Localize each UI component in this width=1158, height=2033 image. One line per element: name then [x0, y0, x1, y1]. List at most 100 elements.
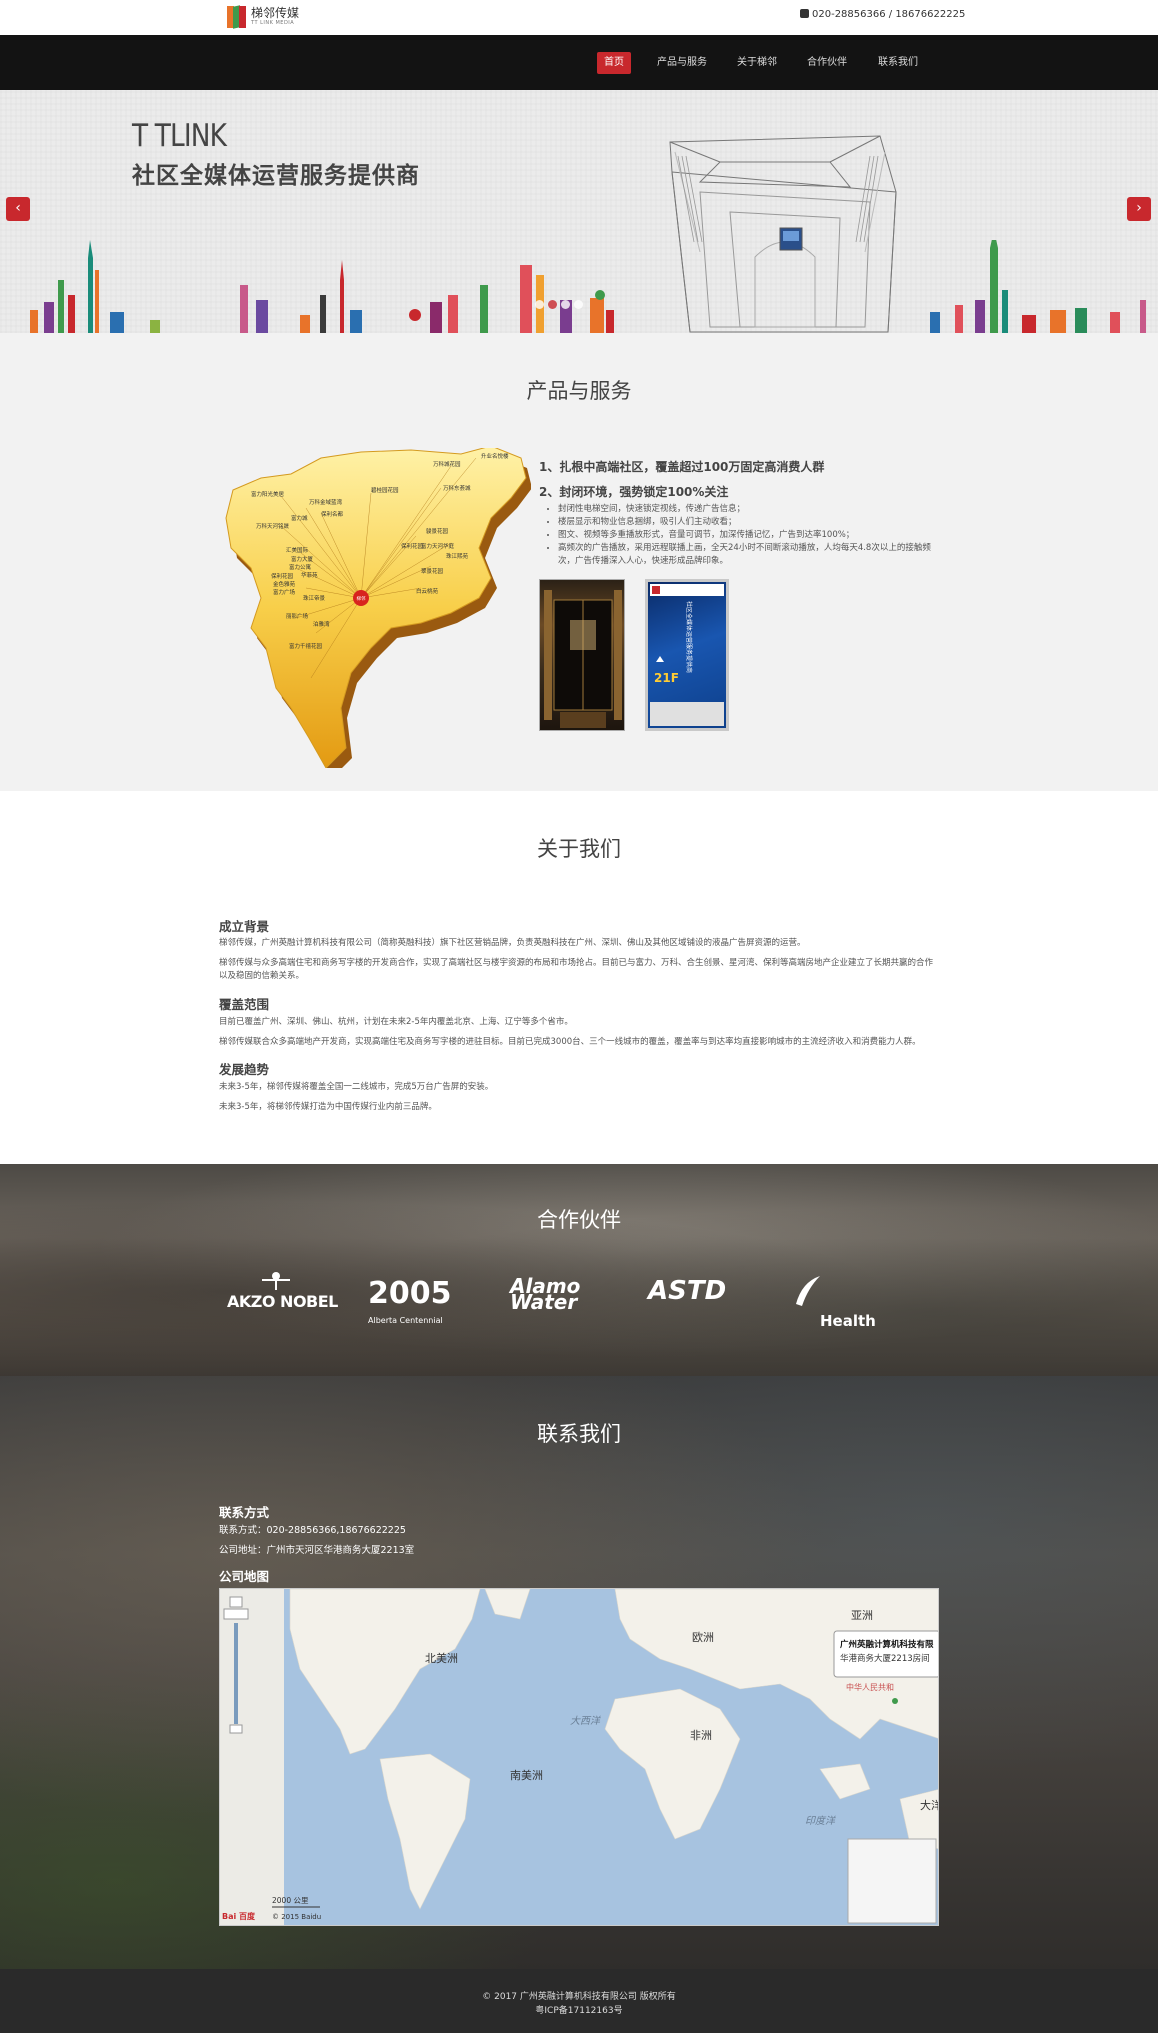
- map-label: 汇美国际: [286, 546, 309, 554]
- nav-contact[interactable]: 联系我们: [871, 52, 925, 74]
- ad-screen-floor: 21F: [654, 671, 679, 685]
- nav-partners[interactable]: 合作伙伴: [800, 52, 854, 74]
- phone-icon: [800, 9, 809, 18]
- about-paragraph: 未来3-5年，将梯邻传媒打造为中国传媒行业内前三品牌。: [219, 1102, 437, 1112]
- partner-logo-alamo[interactable]: Alamo Water: [510, 1276, 600, 1312]
- products-heading-2: 2、封闭环境，强势锁定100%关注: [539, 485, 729, 499]
- elevator-interior-photo: [539, 579, 625, 731]
- world-map-graphic: 北美洲 欧洲 亚洲 非洲 南美洲 大洋 大西洋 印度洋 广州英融计算机科技有限 …: [220, 1589, 939, 1925]
- hero-title: T TLINK: [132, 118, 227, 154]
- map-label: 万科天河铭晟: [256, 522, 290, 530]
- logo-name: 梯邻传媒: [251, 6, 300, 20]
- products-bullet: 封闭性电梯空间，快速锁定视线，传递广告信息；: [558, 503, 938, 516]
- map-label: 翠景花园: [421, 567, 444, 575]
- about-heading-coverage: 覆盖范围: [219, 997, 270, 1012]
- hero-subtitle: 社区全媒体运营服务提供商: [132, 163, 420, 189]
- logo[interactable]: 梯邻传媒 TT LINK MEDIA: [227, 5, 311, 30]
- map-country-label: 中华人民共和: [846, 1682, 894, 1692]
- map-label: 骏景花园: [426, 527, 449, 535]
- contact-map-heading: 公司地图: [219, 1569, 270, 1584]
- map-ocean-label: 大西洋: [570, 1715, 601, 1727]
- map-label: 万科东荟城: [443, 484, 471, 492]
- partner-logo-astd[interactable]: ASTD: [648, 1276, 726, 1306]
- map-label: 保利花园: [271, 572, 294, 580]
- map-label: 富力城: [291, 514, 308, 522]
- logo-subtitle: TT LINK MEDIA: [251, 20, 295, 26]
- products-bullet: 楼层显示和物业信息捆绑，吸引人们主动收看；: [558, 516, 938, 529]
- partners-section: 合作伙伴 AKZO NOBEL 2005 Alberta Centennial …: [0, 1164, 1158, 1376]
- map-continent-label: 大洋: [920, 1798, 939, 1812]
- nav-about[interactable]: 关于梯邻: [730, 52, 784, 74]
- products-bullet: 图文、视频等多重播放形式，音量可调节，加深传播记忆，广告到达率100%；: [558, 529, 938, 542]
- akzonobel-figure-icon: [262, 1272, 290, 1290]
- footer-copyright: © 2017 广州英融计算机科技有限公司 版权所有: [482, 1992, 676, 2002]
- hero-pagination: [535, 300, 595, 310]
- map-ocean-label: 印度洋: [805, 1815, 836, 1827]
- partner-logo-akzonobel[interactable]: AKZO NOBEL: [227, 1292, 338, 1311]
- map-label: 富力天河华庭: [421, 542, 455, 550]
- map-label: 华菲苑: [301, 571, 318, 579]
- map-label: 珠江帝景: [303, 594, 326, 602]
- map-label: 碧桂园花园: [371, 486, 399, 494]
- hero-next-button[interactable]: ›: [1127, 197, 1151, 221]
- map-info-popup[interactable]: 广州英融计算机科技有限 华港商务大厦2213房间: [833, 1630, 939, 1678]
- products-title: 产品与服务: [526, 379, 632, 403]
- hero-prev-button[interactable]: ‹: [6, 197, 30, 221]
- footer-icp[interactable]: 粤ICP备17112163号: [0, 2003, 1158, 2016]
- products-section: 产品与服务 梯邻 升业名悦楼 万科城花园 万科东荟城 富力阳光美居 万科金域蓝湾…: [0, 333, 1158, 791]
- nav-home[interactable]: 首页: [597, 52, 631, 74]
- about-paragraph: 未来3-5年，梯邻传媒将覆盖全国一二线城市，完成5万台广告屏的安装。: [219, 1082, 494, 1092]
- map-label: 白云桃苑: [416, 587, 439, 595]
- contact-title: 联系我们: [537, 1422, 621, 1446]
- baidu-logo: Bai 百度: [222, 1911, 256, 1921]
- hero-banner: T TLINK 社区全媒体运营服务提供商 ‹ ›: [0, 90, 1158, 333]
- map-label: 丽影广场: [286, 612, 309, 620]
- top-phone-number: 020-28856366 / 18676622225: [812, 9, 966, 20]
- chevron-left-icon: ‹: [15, 200, 21, 216]
- about-title: 关于我们: [537, 837, 621, 861]
- contact-method-heading: 联系方式: [219, 1505, 270, 1520]
- partner-logo-alberta-sub: Alberta Centennial: [368, 1316, 443, 1325]
- map-center-label: 梯邻: [357, 595, 366, 602]
- map-continent-label: 南美洲: [510, 1769, 543, 1782]
- map-overview[interactable]: [847, 1838, 937, 1924]
- about-paragraph: 梯邻传媒联合众多高端地产开发商，实现高端住宅及商务写字楼的进驻目标。目前已完成3…: [219, 1037, 921, 1047]
- map-label: 珠江熙苑: [446, 552, 469, 560]
- partner-logo-alberta[interactable]: 2005: [368, 1276, 452, 1311]
- contact-phone: 联系方式：020-28856366,18676622225: [219, 1525, 406, 1536]
- map-label: 富力阳光美居: [251, 490, 285, 498]
- contact-section: 联系我们 联系方式 联系方式：020-28856366,18676622225 …: [0, 1376, 1158, 1969]
- map-popup-title: 广州英融计算机科技有限: [840, 1639, 934, 1650]
- company-map[interactable]: 北美洲 欧洲 亚洲 非洲 南美洲 大洋 大西洋 印度洋 广州英融计算机科技有限 …: [219, 1588, 939, 1926]
- hero-dot-active[interactable]: [548, 300, 557, 309]
- map-pin-icon[interactable]: [892, 1698, 898, 1704]
- about-section: 关于我们 成立背景 梯邻传媒，广州英融计算机科技有限公司（简称英融科技）旗下社区…: [0, 791, 1158, 1164]
- map-popup-address: 华港商务大厦2213房间: [840, 1653, 930, 1664]
- chevron-right-icon: ›: [1136, 200, 1142, 216]
- map-label: 万科金域蓝湾: [309, 498, 343, 506]
- map-label: 保利名都: [321, 510, 344, 518]
- map-label: 万科城花园: [433, 460, 461, 468]
- map-continent-label: 欧洲: [692, 1631, 714, 1644]
- about-paragraph: 目前已覆盖广州、深圳、佛山、杭州，计划在未来2-5年内覆盖北京、上海、辽宁等多个…: [219, 1017, 573, 1027]
- map-label: 泊雅湾: [313, 620, 330, 628]
- contact-address: 公司地址：广州市天河区华港商务大厦2213室: [219, 1545, 415, 1556]
- map-copyright: © 2015 Baidu: [272, 1913, 321, 1921]
- map-label: 保利花园: [401, 542, 424, 550]
- hero-dot[interactable]: [535, 300, 544, 309]
- main-navbar: 首页 产品与服务 关于梯邻 合作伙伴 联系我们: [0, 35, 1158, 90]
- about-paragraph: 梯邻传媒与众多高端住宅和商务写字楼的开发商合作，实现了高端社区与楼宇资源的布局和…: [219, 958, 934, 981]
- top-bar: 梯邻传媒 TT LINK MEDIA 020-28856366 / 186766…: [0, 0, 1158, 35]
- health-swoosh-icon: [796, 1276, 820, 1306]
- hero-dot[interactable]: [561, 300, 570, 309]
- about-heading-background: 成立背景: [219, 919, 270, 934]
- map-label: 富力公寓: [289, 563, 312, 571]
- map-label: 富力广场: [273, 588, 296, 596]
- site-footer: © 2017 广州英融计算机科技有限公司 版权所有 粤ICP备17112163号: [0, 1969, 1158, 2033]
- nav-products[interactable]: 产品与服务: [650, 52, 714, 74]
- hero-dot[interactable]: [574, 300, 583, 309]
- map-continent-label: 非洲: [690, 1729, 712, 1742]
- partners-title: 合作伙伴: [537, 1208, 621, 1232]
- map-label: 金色雅苑: [273, 580, 296, 588]
- partner-logo-health[interactable]: Health: [820, 1312, 876, 1330]
